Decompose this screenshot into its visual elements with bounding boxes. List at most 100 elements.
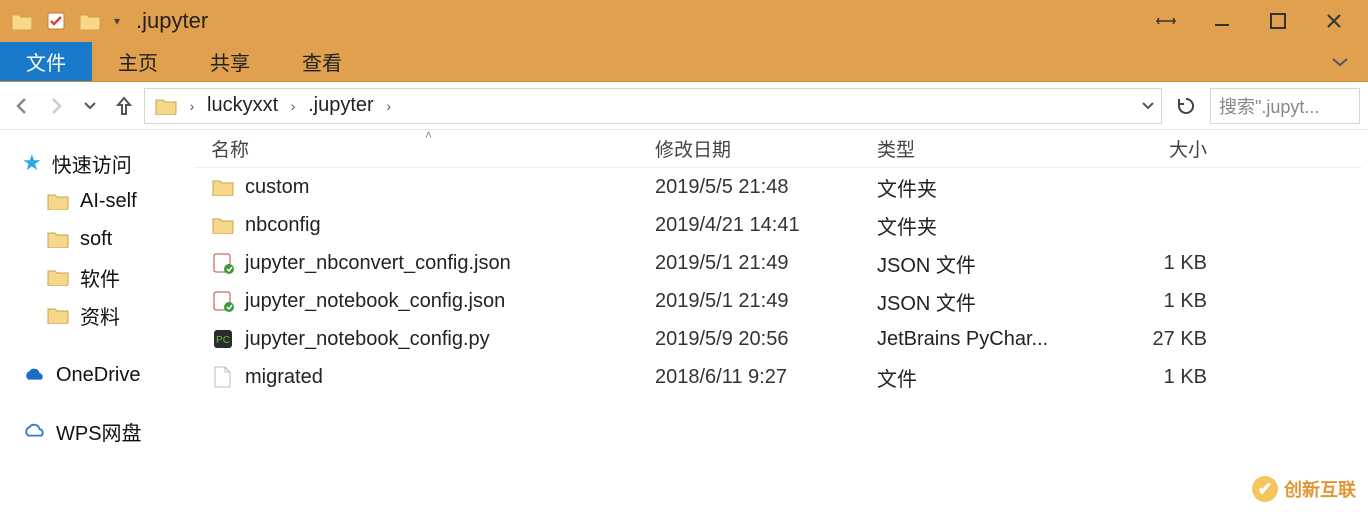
sidebar: ★ 快速访问 AI-self soft 软件 资料 bbox=[0, 130, 195, 512]
file-type: 文件 bbox=[877, 363, 1099, 392]
sidebar-item-label: soft bbox=[80, 228, 112, 251]
file-name: jupyter_notebook_config.py bbox=[245, 328, 490, 351]
py-icon: PC bbox=[211, 327, 235, 351]
maximize-button[interactable] bbox=[1250, 0, 1306, 42]
file-date: 2019/5/9 20:56 bbox=[655, 328, 877, 351]
chevron-right-icon[interactable]: › bbox=[380, 98, 398, 114]
breadcrumb-segment[interactable]: luckyxxt bbox=[201, 94, 284, 117]
search-input[interactable]: 搜索".jupyt... bbox=[1210, 88, 1360, 124]
file-name: migrated bbox=[245, 366, 323, 389]
sidebar-item[interactable]: soft bbox=[22, 220, 195, 258]
tab-share[interactable]: 共享 bbox=[184, 42, 276, 81]
recent-dropdown[interactable] bbox=[76, 92, 104, 120]
file-row[interactable]: PC jupyter_notebook_config.py 2019/5/9 20:… bbox=[195, 320, 1362, 358]
file-size: 1 KB bbox=[1099, 252, 1219, 275]
file-row[interactable]: custom 2019/5/5 21:48文件夹 bbox=[195, 168, 1362, 206]
column-header-type[interactable]: 类型 bbox=[877, 135, 1099, 162]
file-name: nbconfig bbox=[245, 214, 321, 237]
tab-view[interactable]: 查看 bbox=[276, 42, 368, 81]
file-name: jupyter_notebook_config.json bbox=[245, 290, 505, 313]
chevron-right-icon[interactable]: › bbox=[284, 98, 302, 114]
title-bar: ▾ .jupyter bbox=[0, 0, 1368, 42]
file-date: 2019/5/5 21:48 bbox=[655, 176, 877, 199]
sidebar-item-label: 软件 bbox=[80, 263, 120, 292]
qat-properties-icon[interactable] bbox=[40, 5, 72, 37]
file-row[interactable]: jupyter_notebook_config.json 2019/5/1 21:… bbox=[195, 282, 1362, 320]
address-bar[interactable]: › luckyxxt › .jupyter › bbox=[144, 88, 1162, 124]
watermark: ✔ 创新互联 bbox=[1252, 476, 1356, 502]
folder-icon bbox=[46, 189, 70, 213]
qat-customize-dropdown[interactable]: ▾ bbox=[108, 14, 126, 28]
ribbon: 文件 主页 共享 查看 bbox=[0, 42, 1368, 82]
qat-folder-icon[interactable] bbox=[6, 5, 38, 37]
folder-icon bbox=[211, 175, 235, 199]
minimize-button[interactable] bbox=[1194, 0, 1250, 42]
sort-indicator-icon: ˄ bbox=[425, 128, 432, 142]
folder-icon bbox=[211, 213, 235, 237]
file-name: jupyter_nbconvert_config.json bbox=[245, 252, 511, 275]
file-name: custom bbox=[245, 176, 309, 199]
sidebar-item-label: AI-self bbox=[80, 190, 137, 213]
close-button[interactable] bbox=[1306, 0, 1362, 42]
sidebar-item-label: 资料 bbox=[80, 301, 120, 330]
column-header-size[interactable]: 大小 bbox=[1099, 135, 1219, 162]
sidebar-wps[interactable]: WPS网盘 bbox=[22, 412, 195, 450]
tab-file[interactable]: 文件 bbox=[0, 42, 92, 81]
main-area: ★ 快速访问 AI-self soft 软件 资料 bbox=[0, 130, 1368, 512]
file-row[interactable]: nbconfig 2019/4/21 14:41文件夹 bbox=[195, 206, 1362, 244]
column-headers: ˄ 名称 修改日期 类型 大小 bbox=[195, 130, 1362, 168]
file-type: 文件夹 bbox=[877, 173, 1099, 202]
file-type: JSON 文件 bbox=[877, 249, 1099, 278]
json-icon bbox=[211, 289, 235, 313]
search-placeholder: 搜索".jupyt... bbox=[1219, 93, 1319, 119]
file-type: JSON 文件 bbox=[877, 287, 1099, 316]
watermark-icon: ✔ bbox=[1252, 476, 1278, 502]
sidebar-item-label: WPS网盘 bbox=[56, 417, 142, 446]
file-row[interactable]: migrated 2018/6/11 9:27文件1 KB bbox=[195, 358, 1362, 396]
file-list: ˄ 名称 修改日期 类型 大小 custom2019/5/5 21:48文件夹n… bbox=[195, 130, 1368, 512]
breadcrumb-segment[interactable]: .jupyter bbox=[302, 94, 380, 117]
window-title: .jupyter bbox=[136, 8, 208, 34]
nav-bar: › luckyxxt › .jupyter › 搜索".jupyt... bbox=[0, 82, 1368, 130]
sidebar-item-label: 快速访问 bbox=[52, 149, 132, 178]
file-size: 1 KB bbox=[1099, 290, 1219, 313]
file-type: 文件夹 bbox=[877, 211, 1099, 240]
address-history-dropdown[interactable] bbox=[1139, 101, 1157, 111]
back-button[interactable] bbox=[8, 92, 36, 120]
sidebar-item[interactable]: 软件 bbox=[22, 258, 195, 296]
quick-access-toolbar: ▾ bbox=[6, 5, 126, 37]
folder-icon bbox=[46, 265, 70, 289]
qat-new-folder-icon[interactable] bbox=[74, 5, 106, 37]
chevron-right-icon[interactable]: › bbox=[183, 98, 201, 114]
folder-icon bbox=[46, 227, 70, 251]
sidebar-quick-access[interactable]: ★ 快速访问 bbox=[22, 144, 195, 182]
file-type: JetBrains PyChar... bbox=[877, 328, 1099, 351]
resize-grip-icon[interactable] bbox=[1138, 0, 1194, 42]
json-icon bbox=[211, 251, 235, 275]
file-size: 1 KB bbox=[1099, 366, 1219, 389]
file-row[interactable]: jupyter_nbconvert_config.json 2019/5/1 21… bbox=[195, 244, 1362, 282]
file-date: 2019/5/1 21:49 bbox=[655, 290, 877, 313]
star-icon: ★ bbox=[22, 150, 42, 176]
up-button[interactable] bbox=[110, 92, 138, 120]
ribbon-collapse-chevron[interactable] bbox=[1312, 42, 1368, 81]
file-icon bbox=[211, 365, 235, 389]
refresh-button[interactable] bbox=[1168, 88, 1204, 124]
cloud-icon bbox=[22, 363, 46, 387]
file-date: 2018/6/11 9:27 bbox=[655, 366, 877, 389]
cloud-icon bbox=[22, 419, 46, 443]
sidebar-onedrive[interactable]: OneDrive bbox=[22, 356, 195, 394]
column-header-date[interactable]: 修改日期 bbox=[655, 135, 877, 162]
address-folder-icon bbox=[155, 97, 177, 115]
file-size: 27 KB bbox=[1099, 328, 1219, 351]
sidebar-item-label: OneDrive bbox=[56, 364, 140, 387]
file-date: 2019/5/1 21:49 bbox=[655, 252, 877, 275]
sidebar-item[interactable]: AI-self bbox=[22, 182, 195, 220]
forward-button[interactable] bbox=[42, 92, 70, 120]
folder-icon bbox=[46, 303, 70, 327]
file-date: 2019/4/21 14:41 bbox=[655, 214, 877, 237]
sidebar-item[interactable]: 资料 bbox=[22, 296, 195, 334]
svg-text:PC: PC bbox=[216, 335, 230, 346]
watermark-text: 创新互联 bbox=[1284, 476, 1356, 502]
tab-home[interactable]: 主页 bbox=[92, 42, 184, 81]
